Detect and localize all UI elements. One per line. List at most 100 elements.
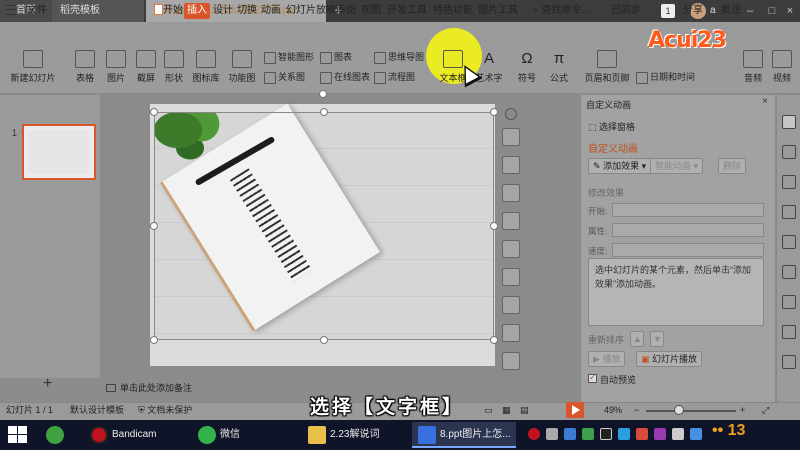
tray-volume-icon[interactable] [672,428,684,440]
tray-app-icon[interactable] [546,428,558,440]
menu-view[interactable]: 视图 [358,3,384,19]
tray-antivirus-icon[interactable] [636,428,648,440]
replace-picture-icon[interactable] [502,268,520,286]
shape-fill-icon[interactable] [782,205,796,219]
move-down-icon[interactable]: ▼ [650,331,664,347]
cursor-tool-icon[interactable] [782,145,796,159]
speed-select[interactable] [612,243,764,257]
icon-library-button[interactable]: 图标库 [190,50,222,84]
tray-wechat-icon[interactable] [618,428,630,440]
zoom-level[interactable]: 49% [604,404,622,416]
menu-developer[interactable]: 开发工具 [384,3,430,19]
picture-ocr-icon[interactable] [502,324,520,342]
online-chart-button[interactable]: 在线图表 [318,70,370,84]
zoom-slider-knob[interactable] [674,405,684,415]
formula-button[interactable]: π 公式 [544,50,574,84]
copy-picture-icon[interactable] [502,296,520,314]
function-chart-button[interactable]: 功能图 [224,50,260,84]
menu-home[interactable]: 开始 [160,3,186,19]
add-slide-button[interactable]: + [43,375,52,393]
settings-icon[interactable] [782,235,796,249]
star-icon[interactable] [782,175,796,189]
border-icon[interactable] [502,352,520,370]
picture-selection-box[interactable] [154,112,494,340]
tray-input-icon[interactable] [690,428,702,440]
zoom-slider[interactable] [646,410,736,412]
header-footer-button[interactable]: 页眉和页脚 [584,50,630,84]
tray-cloud-icon[interactable] [564,428,576,440]
menu-animation[interactable]: 动画 [258,3,284,19]
pane-title[interactable]: 自定义动画 [586,98,631,111]
normal-view-icon[interactable]: ▭ [484,404,493,416]
resize-handle-tl[interactable] [150,108,158,116]
rotate-handle-icon[interactable] [319,90,327,98]
menu-icon[interactable] [6,5,16,15]
taskbar-folder[interactable]: 2.23解说词 [302,422,406,448]
tray-shield-icon[interactable] [582,428,594,440]
collapse-toolbar-icon[interactable] [505,108,517,120]
tab-template[interactable]: 稻壳模板 [52,0,144,22]
resize-handle-bl[interactable] [150,336,158,344]
share-button[interactable]: 分享 [680,3,706,19]
tray-record-icon[interactable] [528,428,540,440]
resize-handle-tr[interactable] [490,108,498,116]
grid-icon[interactable] [782,355,796,369]
new-slide-button[interactable]: 新建幻灯片 [6,50,60,84]
symbol-button[interactable]: Ω 符号 [512,50,542,84]
screenshot-button[interactable]: 截屏 [132,50,160,84]
protection-status[interactable]: ⛨ 文档未保护 [138,404,192,416]
delete-button[interactable]: 删除 [718,158,747,174]
smart-graphic-button[interactable]: 智能图形 [262,50,314,64]
video-button[interactable]: 视频 [768,50,796,84]
resize-handle-r[interactable] [490,222,498,230]
menu-special[interactable]: 特色功能 [430,3,476,19]
reading-view-icon[interactable]: ▤ [520,404,529,416]
play-button[interactable]: ▶ 播放 [588,351,626,367]
effects-icon[interactable] [502,240,520,258]
smart-animation-button[interactable]: 智能动画 ▾ [650,158,704,174]
zoom-icon[interactable] [502,212,520,230]
relation-chart-button[interactable]: 关系图 [262,70,305,84]
taskbar-wechat[interactable]: 微信 [192,422,296,448]
chart-button[interactable]: 图表 [318,50,352,64]
close-window-button[interactable]: × [780,0,800,22]
animation-pane-icon[interactable] [782,115,796,129]
zoom-in-icon[interactable]: + [740,404,745,416]
select-pane-link[interactable]: ⬚ 选择窗格 [588,120,635,133]
comment-button[interactable]: 批注 [718,3,744,19]
crop-icon[interactable] [502,128,520,146]
mind-map-button[interactable]: 思维导图 [372,50,424,64]
edit-picture-icon[interactable] [502,156,520,174]
taskbar-bandicam[interactable]: Bandicam [84,422,188,448]
resize-handle-br[interactable] [490,336,498,344]
sorter-view-icon[interactable]: ▦ [502,404,511,416]
start-select[interactable] [612,203,764,217]
window-count-badge[interactable]: 1 [661,4,675,18]
slideshow-play-icon[interactable] [566,402,584,418]
slideshow-button[interactable]: ▣ 幻灯片播放 [636,351,703,367]
people-icon[interactable] [782,265,796,279]
notes-area[interactable]: 单击此处添加备注 [106,381,192,394]
add-effect-button[interactable]: ✎ 添加效果 ▾ [588,158,652,174]
table-button[interactable]: 表格 [68,50,102,84]
datetime-button[interactable]: 日期和时间 [634,70,695,84]
taskbar-browser[interactable] [40,422,70,448]
search-command[interactable]: ⌕ 查找命令... [530,3,593,19]
picture-button[interactable]: 图片 [102,50,130,84]
design-template[interactable]: 默认设计模板 [70,404,124,416]
taskbar-wps[interactable]: 8.ppt图片上怎... [412,422,516,448]
maximize-button[interactable]: □ [762,0,782,22]
menu-transition[interactable]: 切换 [234,3,260,19]
menu-design[interactable]: 设计 [210,3,236,19]
resize-handle-l[interactable] [150,222,158,230]
windows-start-icon[interactable] [8,426,28,444]
autopreview-checkbox[interactable] [588,372,597,383]
user-name[interactable]: a [710,0,716,22]
nav-icon[interactable] [782,295,796,309]
zoom-out-icon[interactable]: − [634,404,639,416]
layout-icon[interactable] [502,184,520,202]
slide-thumbnail[interactable] [22,124,96,180]
menu-picture-tools[interactable]: 图片工具 [475,3,521,19]
menu-file[interactable]: 文件 [24,3,50,19]
tray-qq-icon[interactable] [600,428,612,440]
